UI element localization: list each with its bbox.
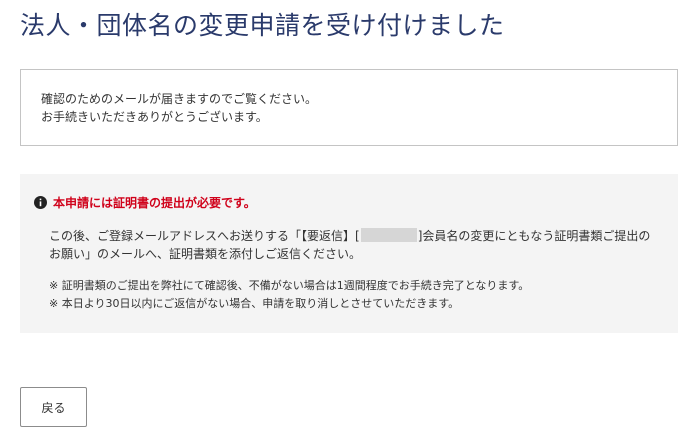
notice-body: この後、ご登録メールアドレスへお送りする「【要返信】[ ]会員名の変更にともなう証… [49,227,678,263]
masked-member-name [360,228,417,242]
confirmation-message-box: 確認のためのメールが届きますのでご覧ください。 お手続きいただきありがとうござい… [20,69,678,146]
confirmation-line-2: お手続きいただきありがとうございます。 [41,110,268,124]
page-title: 法人・団体名の変更申請を受け付けました [20,11,505,40]
notice-notes: ※ 証明書類のご提出を弊社にて確認後、不備がない場合は1週間程度でお手続き完了と… [49,277,678,313]
notice-body-line-1-before: この後、ご登録メールアドレスへお送りする「【要返信】[ [49,229,360,243]
notice-heading: 本申請には証明書の提出が必要です。 [34,193,678,211]
certificate-notice-box: 本申請には証明書の提出が必要です。 この後、ご登録メールアドレスへお送りする「【… [20,174,678,333]
notice-body-line-1: この後、ご登録メールアドレスへお送りする「【要返信】[ ]会員名の変更にともなう証… [49,227,678,245]
back-button[interactable]: 戻る [20,387,87,427]
confirmation-line-1: 確認のためのメールが届きますのでご覧ください。 [41,92,318,106]
notice-body-line-1-after: ]会員名の変更にともなう証明書類ご提出の [417,229,651,243]
notice-body-line-2: お願い」のメールへ、証明書類を添付しご返信ください。 [49,247,362,261]
notice-note-1: ※ 証明書類のご提出を弊社にて確認後、不備がない場合は1週間程度でお手続き完了と… [49,279,530,292]
notice-heading-text: 本申請には証明書の提出が必要です。 [53,195,256,210]
info-circle-icon [34,195,47,209]
notice-note-2: ※ 本日より30日以内にご返信がない場合、申請を取り消しとさせていただきます。 [49,297,460,310]
